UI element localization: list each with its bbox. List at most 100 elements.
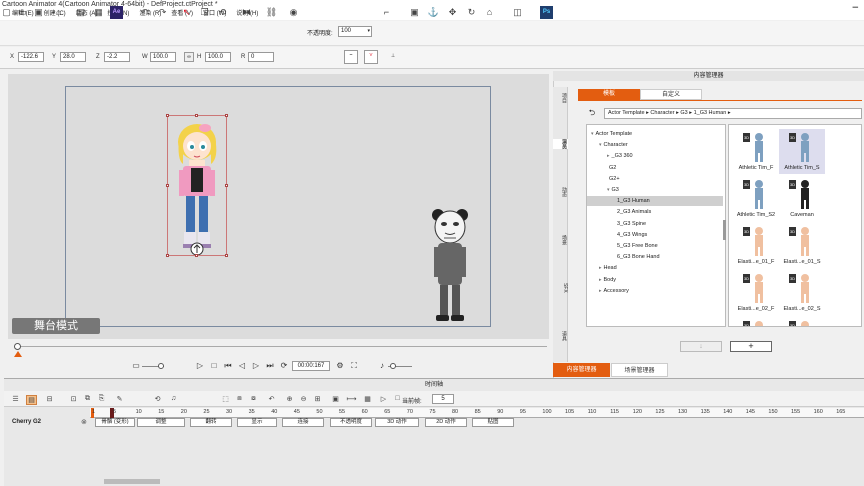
opacity-select[interactable]: 100 ▾: [338, 26, 372, 37]
track-chip[interactable]: 3D 动作: [375, 418, 419, 427]
link-icon[interactable]: ⛓: [265, 6, 278, 19]
undo-icon[interactable]: ↶: [138, 6, 151, 19]
stop-icon[interactable]: □: [208, 361, 220, 370]
track-icon[interactable]: ▤: [26, 395, 37, 405]
key-icon[interactable]: ⊡: [68, 395, 79, 403]
bend-icon[interactable]: ⌣: [344, 50, 358, 64]
first-frame-icon[interactable]: ⏮: [222, 361, 234, 371]
vtab-project[interactable]: 项目: [553, 93, 568, 103]
tree-item[interactable]: ▾ Actor Template: [587, 129, 723, 139]
vtab-scene[interactable]: 场景: [553, 235, 568, 245]
grid-icon[interactable]: ▦: [362, 395, 373, 403]
copy-key-icon[interactable]: ⧉: [82, 395, 93, 403]
tree-item[interactable]: 4_G3 Wings: [587, 230, 723, 240]
tree-item[interactable]: 1_G3 Human: [587, 196, 723, 207]
music-icon[interactable]: ♫: [168, 395, 179, 402]
template-item[interactable]: 3D Athletic Tim_F: [733, 129, 779, 174]
zoom-in-icon[interactable]: ⊕: [284, 395, 295, 403]
vtab-sfx[interactable]: SFX: [553, 283, 568, 293]
timeline-scrollbar[interactable]: [104, 479, 160, 484]
resize-handle[interactable]: [195, 114, 198, 117]
tree-item[interactable]: 3_G3 Spine: [587, 219, 723, 229]
download-button[interactable]: ↓: [680, 341, 722, 352]
track-chip[interactable]: 显示: [237, 418, 277, 427]
rotate-icon[interactable]: ↻: [465, 6, 478, 19]
track-chip[interactable]: 调整: [137, 418, 185, 427]
mirror-icon[interactable]: ◫: [511, 6, 524, 19]
loop-playback-icon[interactable]: ⟳: [278, 361, 290, 370]
next-frame-icon[interactable]: ▷: [250, 361, 262, 370]
paste-key-icon[interactable]: ⎘: [96, 395, 107, 403]
tree-item[interactable]: 6_G3 Bone Hand: [587, 252, 723, 262]
new-file-icon[interactable]: ▢: [0, 6, 13, 19]
select-tool-icon[interactable]: ↖: [180, 6, 193, 19]
pivot-icon[interactable]: ⊥: [388, 52, 398, 62]
lock-ratio-icon[interactable]: ∞: [184, 52, 194, 62]
resize-handle[interactable]: [166, 114, 169, 117]
chevron-down-icon[interactable]: ▾: [607, 187, 610, 193]
undo-red-icon[interactable]: ↶: [266, 395, 277, 403]
resize-handle[interactable]: [225, 254, 228, 257]
breadcrumb-item[interactable]: 1_G3 Human: [694, 110, 727, 116]
fit-icon[interactable]: ⊞: [312, 395, 323, 403]
track-chip[interactable]: 连接: [282, 418, 324, 427]
anchor-icon[interactable]: ⚓: [427, 6, 440, 19]
save-icon[interactable]: ▣: [32, 6, 45, 19]
speed-slider-knob[interactable]: [158, 363, 164, 369]
chevron-down-icon[interactable]: ▾: [591, 131, 594, 137]
tree-item[interactable]: ▾ G3: [587, 185, 723, 195]
resize-handle[interactable]: [225, 184, 228, 187]
chevron-down-icon[interactable]: ▾: [599, 142, 602, 148]
tab-custom[interactable]: 自定义: [640, 89, 702, 100]
tab-template[interactable]: 模板: [578, 89, 640, 100]
vtab-actor[interactable]: 演员: [553, 139, 568, 149]
template-item[interactable]: 3D Elasti...e_02_S: [779, 270, 825, 315]
template-item[interactable]: 3D Elasti...e_01_S: [779, 223, 825, 268]
breadcrumb-item[interactable]: Actor Template: [608, 110, 645, 116]
template-item[interactable]: 3D Elasti...e_01_F: [733, 223, 779, 268]
tree-scrollbar[interactable]: [723, 220, 726, 240]
camera-icon[interactable]: ▣: [408, 6, 421, 19]
import-icon[interactable]: ▤: [74, 6, 87, 19]
transition-icon[interactable]: ⧈: [234, 395, 245, 403]
panda-character[interactable]: [428, 205, 472, 327]
track-chip[interactable]: 不透明度: [330, 418, 372, 427]
y-input[interactable]: 28.0: [60, 52, 86, 62]
track-chip[interactable]: 翻转: [190, 418, 232, 427]
settings-gear-icon[interactable]: ⚙: [334, 361, 346, 370]
play-icon[interactable]: ▷: [194, 361, 206, 370]
eye-icon[interactable]: ◉: [287, 6, 300, 19]
music-note-icon[interactable]: ♪: [376, 361, 388, 370]
track-chip[interactable]: 贴图: [472, 418, 514, 427]
angle-icon[interactable]: ⋎: [364, 50, 378, 64]
vtab-props[interactable]: 道具: [553, 331, 568, 341]
z-input[interactable]: -2.2: [104, 52, 130, 62]
crop-icon[interactable]: ⌐: [380, 6, 393, 19]
tree-item[interactable]: ▸ Head: [587, 263, 723, 273]
tree-item[interactable]: ▸ Body: [587, 275, 723, 285]
tree-item[interactable]: G2+: [587, 174, 723, 184]
playhead-marker[interactable]: [14, 351, 22, 357]
template-item[interactable]: 3D Athletic Tim_S2: [733, 176, 779, 221]
track-chip[interactable]: 2D 动作: [425, 418, 467, 427]
resize-handle[interactable]: [225, 114, 228, 117]
w-input[interactable]: 100.0: [150, 52, 176, 62]
tree-item[interactable]: ▸ _G3 360: [587, 151, 723, 161]
breadcrumb-item[interactable]: Character: [650, 110, 674, 116]
track-chip[interactable]: 骨骼 (变形): [95, 418, 135, 427]
tree-item[interactable]: ▸ Accessory: [587, 286, 723, 296]
motion-icon[interactable]: ⬚: [220, 395, 231, 403]
reset-icon[interactable]: ⟲: [216, 6, 229, 19]
resize-handle[interactable]: [166, 184, 169, 187]
redo-icon[interactable]: ↷: [156, 6, 169, 19]
open-folder-icon[interactable]: ▭: [16, 6, 29, 19]
template-item[interactable]: 3D: [779, 317, 825, 326]
chevron-right-icon[interactable]: ▸: [599, 265, 602, 271]
export-icon[interactable]: ▦: [92, 6, 105, 19]
flip-icon[interactable]: ⧓: [240, 6, 253, 19]
edit-key-icon[interactable]: ✎: [114, 395, 125, 403]
blend-icon[interactable]: ⧇: [248, 395, 259, 403]
home-icon[interactable]: ⌂: [483, 6, 496, 19]
breadcrumb-item[interactable]: G3: [680, 110, 687, 116]
fullscreen-icon[interactable]: ⛶: [348, 361, 360, 371]
